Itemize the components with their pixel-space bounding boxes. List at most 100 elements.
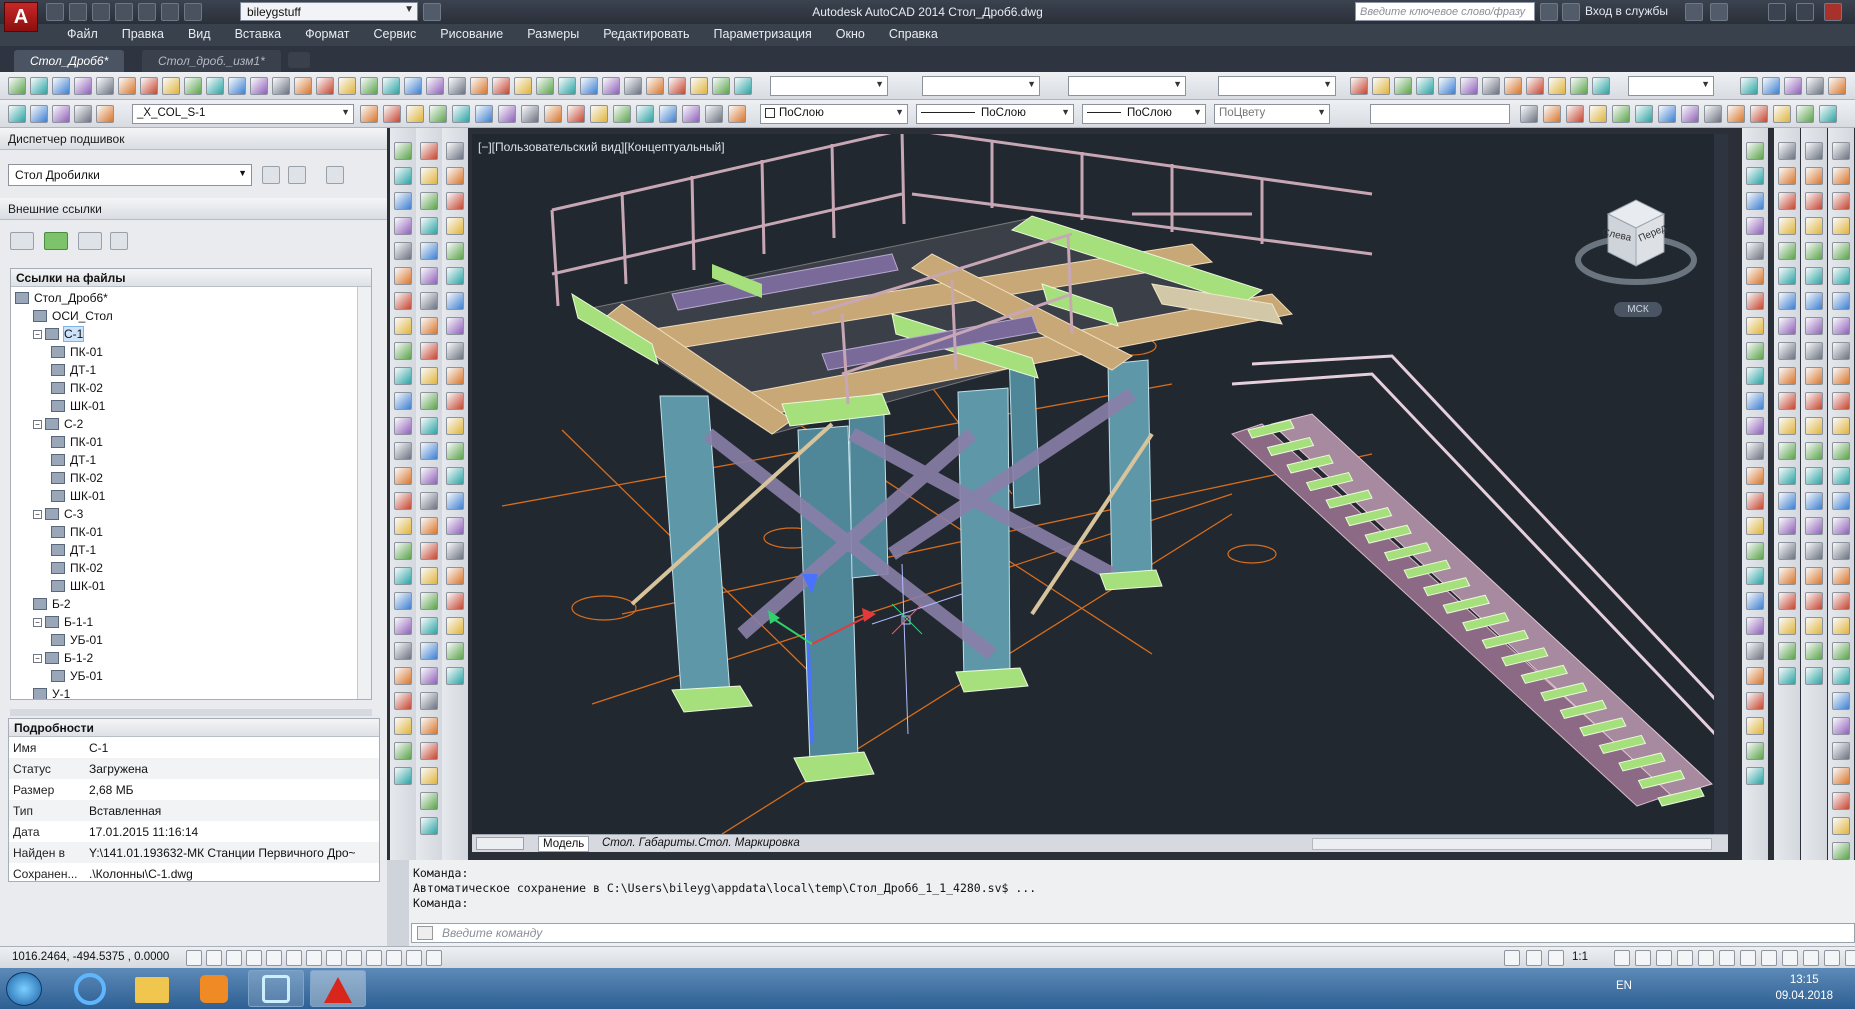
- internet-explorer-icon[interactable]: [62, 970, 118, 1007]
- xref-tree-item[interactable]: ПК-01: [51, 523, 103, 541]
- toolbar-tool-icon[interactable]: [8, 77, 26, 95]
- xref-tree-item[interactable]: − С-3: [33, 505, 83, 523]
- toolbar-tool-icon[interactable]: [394, 767, 412, 785]
- tab-layout-markirovka[interactable]: Стол. Маркировка: [694, 836, 804, 850]
- toolbar-tool-icon[interactable]: [1746, 542, 1764, 560]
- xref-tree-item[interactable]: ПК-02: [51, 559, 103, 577]
- toolbar-tool-icon[interactable]: [1832, 492, 1850, 510]
- maximize-icon[interactable]: [1796, 3, 1814, 21]
- toolbar-tool-icon[interactable]: [498, 105, 516, 123]
- toolbar-tool-icon[interactable]: [394, 542, 412, 560]
- xref-tree-item[interactable]: ДТ-1: [51, 541, 96, 559]
- attach-dwg-icon[interactable]: [10, 232, 34, 250]
- toolbar-tool-icon[interactable]: [1543, 105, 1561, 123]
- toolbar-tool-icon[interactable]: [420, 192, 438, 210]
- toolbar-tool-icon[interactable]: [420, 667, 438, 685]
- toolbar-tool-icon[interactable]: [1778, 392, 1796, 410]
- undo-icon[interactable]: [161, 3, 179, 21]
- toolbar-tool-icon[interactable]: [1612, 105, 1630, 123]
- coordinates-readout[interactable]: 1016.2464, -494.5375 , 0.0000: [12, 951, 169, 963]
- toolbar-tool-icon[interactable]: [394, 242, 412, 260]
- toolbar-tool-icon[interactable]: [420, 592, 438, 610]
- toolbar-tool-icon[interactable]: [1805, 492, 1823, 510]
- toolbar-tool-icon[interactable]: [646, 77, 664, 95]
- toolbar-tool-icon[interactable]: [1778, 442, 1796, 460]
- toolbar-tool-icon[interactable]: [567, 105, 585, 123]
- toolbar-tool-icon[interactable]: [1740, 77, 1758, 95]
- toolbar-tool-icon[interactable]: [1805, 617, 1823, 635]
- toolbar-tool-icon[interactable]: [1504, 77, 1522, 95]
- toolbar-tool-icon[interactable]: [394, 342, 412, 360]
- toolbar-tool-icon[interactable]: [1832, 567, 1850, 585]
- windows-start-button[interactable]: [6, 972, 42, 1006]
- toolbar-tool-icon[interactable]: [394, 592, 412, 610]
- xref-tree-item[interactable]: ПК-01: [51, 343, 103, 361]
- toolbar-tool-icon[interactable]: [1704, 105, 1722, 123]
- toolbar-tool-icon[interactable]: [1746, 167, 1764, 185]
- toolbar-tool-icon[interactable]: [338, 77, 356, 95]
- minimize-icon[interactable]: [1768, 3, 1786, 21]
- toolbar-tool-icon[interactable]: [1832, 417, 1850, 435]
- toolbar-tool-icon[interactable]: [446, 542, 464, 560]
- toolbar-tool-icon[interactable]: [420, 617, 438, 635]
- toolbar-tool-icon[interactable]: [446, 267, 464, 285]
- xref-tree-item[interactable]: ПК-02: [51, 469, 103, 487]
- xref-tree-item[interactable]: ПК-01: [51, 433, 103, 451]
- xref-tree-item[interactable]: − Б-1-1: [33, 613, 93, 631]
- menu-view[interactable]: Вид: [176, 24, 223, 46]
- save-icon[interactable]: [92, 3, 110, 21]
- toolbar-tool-icon[interactable]: [1778, 642, 1796, 660]
- toolbar-tool-icon[interactable]: [1746, 667, 1764, 685]
- toolbar-tool-icon[interactable]: [1778, 142, 1796, 160]
- toolbar-tool-icon[interactable]: [544, 105, 562, 123]
- status-toggle-icon[interactable]: [186, 950, 202, 966]
- toolbar-tool-icon[interactable]: [420, 717, 438, 735]
- toolbar-tool-icon[interactable]: [1746, 267, 1764, 285]
- media-player-icon[interactable]: [186, 970, 242, 1007]
- toolbar-tool-icon[interactable]: [668, 77, 686, 95]
- toolbar-tool-icon[interactable]: [1805, 192, 1823, 210]
- toolbar-tool-icon[interactable]: [1832, 292, 1850, 310]
- menu-draw[interactable]: Рисование: [428, 24, 515, 46]
- change-path-icon[interactable]: [78, 232, 102, 250]
- toolbar-tool-icon[interactable]: [1438, 77, 1456, 95]
- view-cube[interactable]: Слева Перед: [1572, 170, 1700, 300]
- menu-edit[interactable]: Правка: [110, 24, 176, 46]
- toolbar-tool-icon[interactable]: [1832, 667, 1850, 685]
- xref-tree-item[interactable]: Б-2: [33, 595, 71, 613]
- toolbar-tool-icon[interactable]: [558, 77, 576, 95]
- toolbar-tool-icon[interactable]: [602, 77, 620, 95]
- toolbar-tool-icon[interactable]: [659, 105, 677, 123]
- status-tray-icon[interactable]: [1740, 950, 1756, 966]
- toolbar-tool-icon[interactable]: [426, 77, 444, 95]
- toolbar-tool-icon[interactable]: [446, 292, 464, 310]
- toolbar-tool-icon[interactable]: [420, 692, 438, 710]
- toolbar-tool-icon[interactable]: [1350, 77, 1368, 95]
- toolbar-tool-icon[interactable]: [420, 567, 438, 585]
- toolbar-tool-icon[interactable]: [1805, 417, 1823, 435]
- toolbar-tool-icon[interactable]: [1832, 442, 1850, 460]
- toolbar-tool-icon[interactable]: [420, 292, 438, 310]
- status-toggle-icon[interactable]: [366, 950, 382, 966]
- toolbar-tool-icon[interactable]: [1589, 105, 1607, 123]
- status-tray-icon[interactable]: [1782, 950, 1798, 966]
- toolbar-tool-icon[interactable]: [1778, 542, 1796, 560]
- tab-layout-gabarity[interactable]: Стол. Габариты.: [598, 836, 702, 850]
- toolbar-tool-icon[interactable]: [1482, 77, 1500, 95]
- toolbar-tool-icon[interactable]: [475, 105, 493, 123]
- toolbar-tool-icon[interactable]: [1635, 105, 1653, 123]
- toolbar-tool-icon[interactable]: [394, 167, 412, 185]
- status-tray-icon[interactable]: [1824, 950, 1840, 966]
- sheet-list-icon[interactable]: [326, 166, 344, 184]
- toolbar-tool-icon[interactable]: [1658, 105, 1676, 123]
- help-icon[interactable]: [1710, 3, 1728, 21]
- vpn-app-icon[interactable]: [248, 970, 304, 1007]
- workspace-selector[interactable]: bileygstuff ▼: [240, 2, 418, 21]
- toolbar-tool-icon[interactable]: [1394, 77, 1412, 95]
- toolbar-tool-icon[interactable]: [1746, 192, 1764, 210]
- toolbar-tool-icon[interactable]: [728, 105, 746, 123]
- toolbar-tool-icon[interactable]: [492, 77, 510, 95]
- status-tray-icon[interactable]: [1761, 950, 1777, 966]
- toolbar-tool-icon[interactable]: [1746, 417, 1764, 435]
- menu-window[interactable]: Окно: [824, 24, 877, 46]
